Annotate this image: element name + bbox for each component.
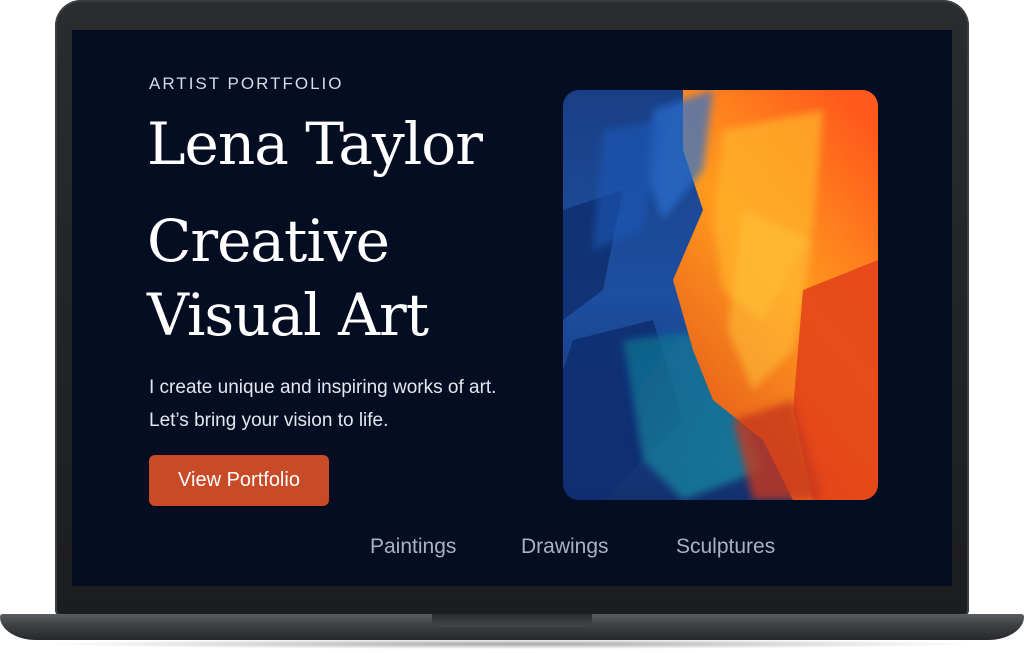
hero-tagline: I create unique and inspiring works of a…: [149, 371, 569, 437]
tagline-line-1: I create unique and inspiring works of a…: [149, 377, 497, 398]
headline-line-1: Creative: [147, 207, 390, 275]
nav-link-drawings[interactable]: Drawings: [521, 535, 609, 559]
nav-link-sculptures[interactable]: Sculptures: [676, 535, 775, 559]
website-screen: ARTIST PORTFOLIO Lena Taylor Creative Vi…: [72, 30, 952, 586]
laptop-mockup: ARTIST PORTFOLIO Lena Taylor Creative Vi…: [0, 0, 1024, 653]
headline-line-2: Visual Art: [147, 281, 429, 349]
artist-name: Lena Taylor: [147, 110, 483, 178]
tagline-line-2: Let’s bring your vision to life.: [149, 410, 389, 431]
hero-eyebrow: ARTIST PORTFOLIO: [149, 74, 344, 93]
category-nav: Paintings Drawings Sculptures: [72, 535, 952, 565]
hero-headline: Creative Visual Art: [147, 204, 547, 352]
abstract-painting-image: [563, 90, 878, 500]
laptop-shadow: [40, 639, 984, 649]
nav-link-paintings[interactable]: Paintings: [370, 535, 456, 559]
laptop-hinge-notch: [432, 614, 592, 627]
view-portfolio-button[interactable]: View Portfolio: [149, 455, 329, 506]
